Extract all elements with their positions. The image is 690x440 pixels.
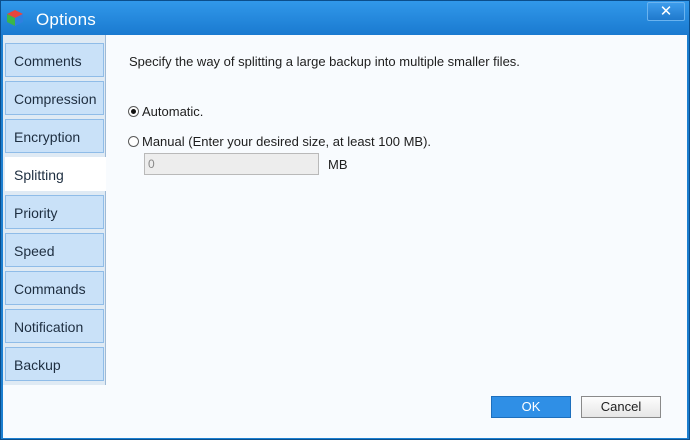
automatic-option[interactable]: Automatic. (128, 102, 203, 120)
split-size-input[interactable] (144, 153, 319, 175)
automatic-label: Automatic. (142, 103, 204, 119)
splitting-panel: Specify the way of splitting a large bac… (106, 35, 687, 438)
ok-button[interactable]: OK (491, 396, 571, 418)
sidebar-item-splitting[interactable]: Splitting (5, 157, 106, 191)
sidebar-item-notification[interactable]: Notification (5, 309, 104, 343)
app-cube-icon (7, 10, 23, 26)
sidebar-item-speed[interactable]: Speed (5, 233, 104, 267)
manual-option[interactable]: Manual (Enter your desired size, at leas… (128, 132, 431, 150)
window-title: Options (36, 10, 96, 29)
manual-label: Manual (Enter your desired size, at leas… (142, 133, 432, 149)
close-button[interactable]: ✕ (647, 2, 685, 21)
sidebar-item-priority[interactable]: Priority (5, 195, 104, 229)
sidebar-item-commands[interactable]: Commands (5, 271, 104, 305)
sidebar-item-backup[interactable]: Backup (5, 347, 104, 381)
size-unit-label: MB (328, 157, 348, 172)
sidebar-item-compression[interactable]: Compression (5, 81, 104, 115)
manual-radio[interactable] (128, 135, 139, 147)
automatic-radio[interactable] (128, 105, 139, 117)
sidebar-item-encryption[interactable]: Encryption (5, 119, 104, 153)
client-area: Comments Compression Encryption Splittin… (3, 35, 687, 438)
splitting-description: Specify the way of splitting a large bac… (129, 54, 520, 69)
cancel-button[interactable]: Cancel (581, 396, 661, 418)
options-window: Options ✕ Comments Compression Encryptio… (0, 0, 690, 440)
title-bar[interactable]: Options ✕ (1, 1, 689, 35)
sidebar-item-comments[interactable]: Comments (5, 43, 104, 77)
sidebar: Comments Compression Encryption Splittin… (3, 35, 106, 385)
